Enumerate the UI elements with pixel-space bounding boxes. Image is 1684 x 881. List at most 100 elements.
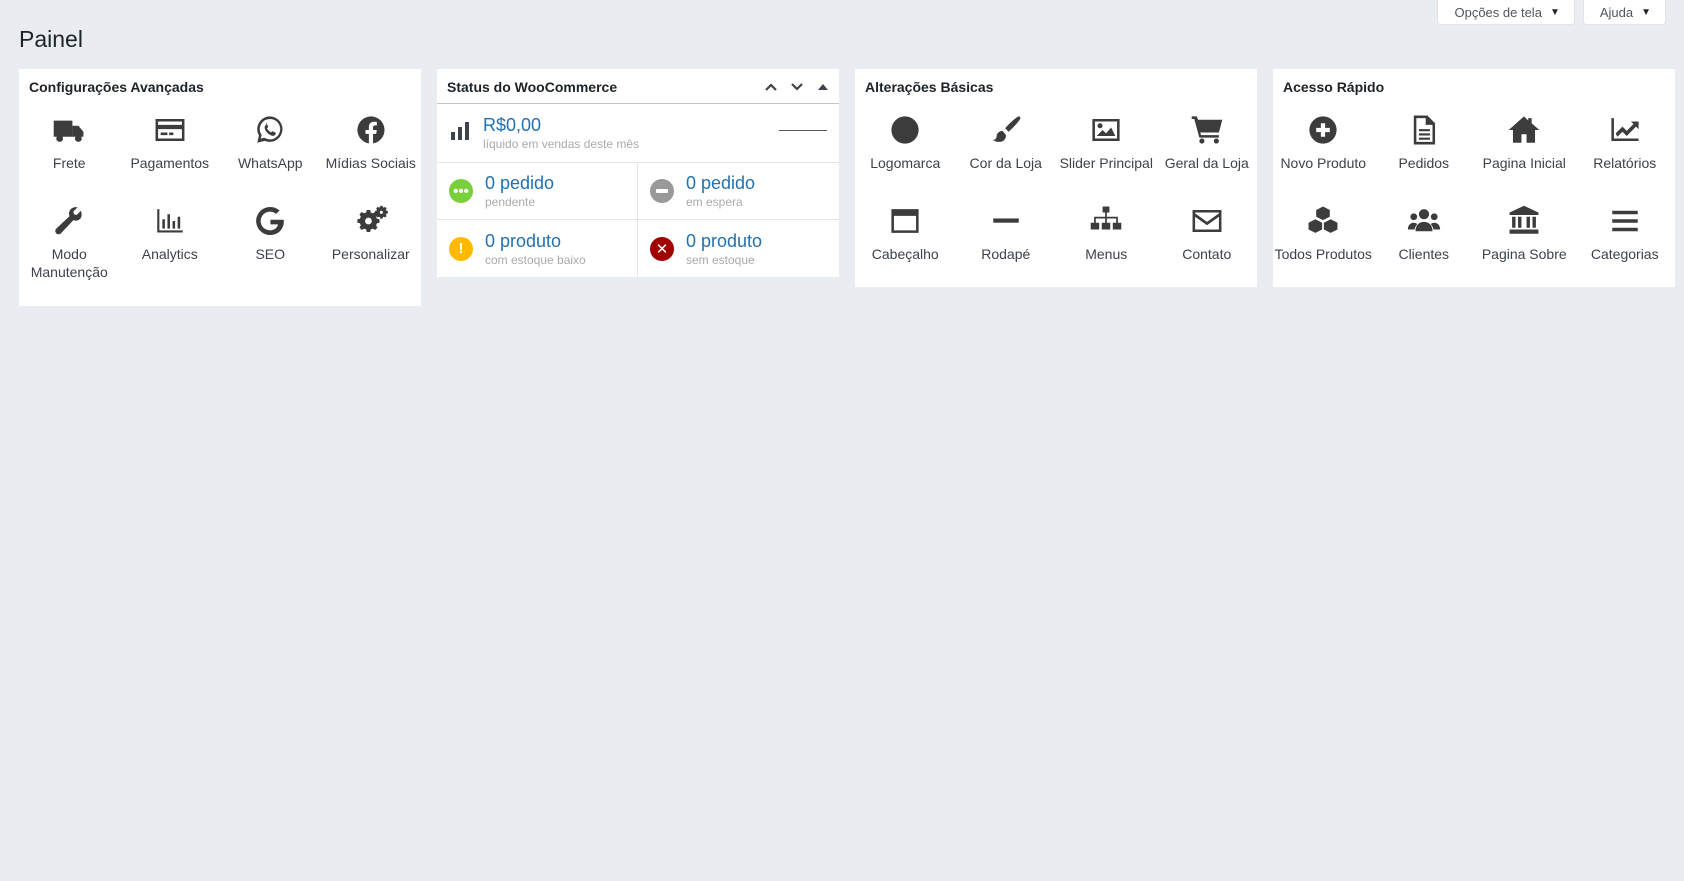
sitemap-icon xyxy=(1086,201,1126,241)
line-chart-icon xyxy=(1605,110,1645,150)
status-value: 0 produto xyxy=(485,230,562,251)
basic-changes-panel: Alterações Básicas Logomarca Cor da Loja… xyxy=(855,69,1257,287)
tile-label: Pagina Inicial xyxy=(1482,155,1566,171)
panel-title: Alterações Básicas xyxy=(865,79,994,95)
tile-label: Clientes xyxy=(1398,246,1450,262)
tile-contato[interactable]: Contato xyxy=(1157,201,1258,292)
screen-options-button[interactable]: Opções de tela ▼ xyxy=(1437,0,1575,25)
tile-label: Menus xyxy=(1085,246,1128,262)
caret-down-icon: ▼ xyxy=(1641,6,1651,18)
tile-novo-produto[interactable]: Novo Produto xyxy=(1273,110,1374,201)
panel-header: Status do WooCommerce xyxy=(437,69,839,104)
bar-chart-icon xyxy=(449,120,471,147)
tile-label: Pagamentos xyxy=(130,155,210,171)
caret-down-icon: ▼ xyxy=(1549,6,1560,18)
tile-label: Relatórios xyxy=(1593,155,1657,171)
status-cell-on-hold[interactable]: 0 pedido em espera xyxy=(638,163,839,220)
sparkline xyxy=(779,130,827,131)
panel-controls xyxy=(761,77,833,97)
tile-label: Personalizar xyxy=(331,246,410,262)
tile-label: Novo Produto xyxy=(1280,155,1367,171)
file-icon xyxy=(1404,110,1444,150)
status-grid: ••• 0 pedido pendente 0 pedido em espera… xyxy=(437,163,839,277)
users-icon xyxy=(1404,201,1444,241)
status-value: 0 pedido xyxy=(686,173,756,193)
tile-label: Modo Manutenção xyxy=(30,246,108,280)
tile-midias-sociais[interactable]: Mídias Sociais xyxy=(321,110,422,201)
tile-personalizar[interactable]: Personalizar xyxy=(321,201,422,292)
image-icon xyxy=(1086,110,1126,150)
tile-label: Logomarca xyxy=(870,155,941,171)
tile-whatsapp[interactable]: WhatsApp xyxy=(220,110,321,201)
warning-icon: ! xyxy=(449,236,473,261)
google-icon xyxy=(250,201,290,241)
envelope-icon xyxy=(1187,201,1227,241)
tile-label: Contato xyxy=(1182,246,1232,262)
tile-pagina-inicial[interactable]: Pagina Inicial xyxy=(1474,110,1575,201)
tile-label: Pedidos xyxy=(1398,155,1450,171)
tile-pagamentos[interactable]: Pagamentos xyxy=(120,110,221,201)
sales-value: R$0,00 xyxy=(483,115,542,135)
tile-label: Cabeçalho xyxy=(871,246,939,262)
tile-label: SEO xyxy=(255,246,286,262)
tile-menus[interactable]: Menus xyxy=(1056,201,1157,292)
tile-rodape[interactable]: Rodapé xyxy=(956,201,1057,292)
help-label: Ajuda xyxy=(1599,4,1634,20)
status-cell-pending[interactable]: ••• 0 pedido pendente xyxy=(437,163,638,220)
tile-label: Categorias xyxy=(1590,246,1659,262)
toggle-panel-button[interactable] xyxy=(813,77,833,97)
status-value: 0 produto xyxy=(686,230,763,251)
plus-circle-icon xyxy=(1303,110,1343,150)
circle-icon xyxy=(885,110,925,150)
cubes-icon xyxy=(1303,201,1343,241)
help-button[interactable]: Ajuda ▼ xyxy=(1582,0,1666,25)
tile-grid: Frete Pagamentos WhatsApp Mídias Sociais… xyxy=(19,110,421,292)
panel-title: Acesso Rápido xyxy=(1283,79,1385,95)
tile-geral-da-loja[interactable]: Geral da Loja xyxy=(1157,110,1258,201)
bar-chart-icon xyxy=(150,201,190,241)
advanced-settings-panel: Configurações Avançadas Frete Pagamentos… xyxy=(19,69,421,306)
status-value: 0 pedido xyxy=(485,173,555,193)
tile-grid: Novo Produto Pedidos Pagina Inicial Rela… xyxy=(1273,110,1675,292)
tile-label: Todos Produtos xyxy=(1274,246,1372,262)
tile-logomarca[interactable]: Logomarca xyxy=(855,110,956,201)
tile-pagina-sobre[interactable]: Pagina Sobre xyxy=(1474,201,1575,292)
status-caption: pendente xyxy=(485,195,536,209)
tile-seo[interactable]: SEO xyxy=(220,201,321,292)
status-cell-out-of-stock[interactable]: ✕ 0 produto sem estoque xyxy=(638,220,839,277)
woocommerce-status-panel: Status do WooCommerce R$0,00 líquido em … xyxy=(437,69,839,277)
sales-row[interactable]: R$0,00 líquido em vendas deste mês xyxy=(437,104,839,163)
home-icon xyxy=(1504,110,1544,150)
tile-todos-produtos[interactable]: Todos Produtos xyxy=(1273,201,1374,292)
tile-pedidos[interactable]: Pedidos xyxy=(1374,110,1475,201)
move-down-button[interactable] xyxy=(787,77,807,97)
tile-cabecalho[interactable]: Cabeçalho xyxy=(855,201,956,292)
tile-modo-manutencao[interactable]: Modo Manutenção xyxy=(19,201,120,292)
credit-card-icon xyxy=(150,110,190,150)
processing-icon: ••• xyxy=(449,179,473,203)
tile-label: Pagina Sobre xyxy=(1481,246,1567,262)
tile-slider-principal[interactable]: Slider Principal xyxy=(1056,110,1157,201)
tile-label: Slider Principal xyxy=(1059,155,1153,171)
tile-label: WhatsApp xyxy=(237,155,303,171)
tile-label: Geral da Loja xyxy=(1164,155,1249,171)
tile-analytics[interactable]: Analytics xyxy=(120,201,221,292)
screen-options-label: Opções de tela xyxy=(1454,4,1542,20)
tile-cor-da-loja[interactable]: Cor da Loja xyxy=(956,110,1057,201)
status-caption: em espera xyxy=(686,195,743,209)
tile-label: Rodapé xyxy=(981,246,1031,262)
tile-clientes[interactable]: Clientes xyxy=(1374,201,1475,292)
chevron-up-icon xyxy=(765,83,777,91)
chevron-down-icon xyxy=(791,83,803,91)
move-up-button[interactable] xyxy=(761,77,781,97)
status-cell-low-stock[interactable]: ! 0 produto com estoque baixo xyxy=(437,220,638,277)
tile-frete[interactable]: Frete xyxy=(19,110,120,201)
tile-categorias[interactable]: Categorias xyxy=(1575,201,1676,292)
tile-label: Frete xyxy=(52,155,86,171)
panel-title: Status do WooCommerce xyxy=(447,79,618,95)
tile-label: Cor da Loja xyxy=(969,155,1042,171)
quick-access-panel: Acesso Rápido Novo Produto Pedidos Pagin… xyxy=(1273,69,1675,287)
tile-relatorios[interactable]: Relatórios xyxy=(1575,110,1676,201)
minus-icon xyxy=(986,201,1026,241)
menu-icon xyxy=(1605,201,1645,241)
